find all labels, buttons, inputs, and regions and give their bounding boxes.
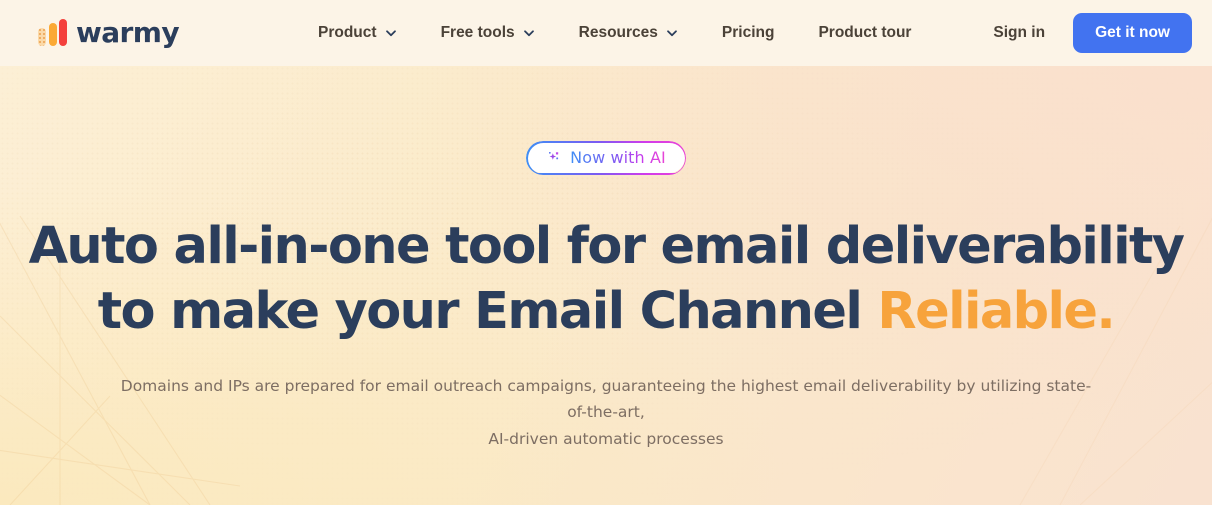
now-with-ai-badge[interactable]: Now with AI [527, 142, 685, 173]
chevron-down-icon [385, 27, 397, 39]
landing-page: warmy Product Free tools Resources Prici… [0, 0, 1212, 505]
subtitle-line-2: AI-driven automatic processes [488, 429, 724, 448]
nav-item-label: Free tools [440, 24, 515, 41]
nav-item-label: Resources [578, 24, 658, 41]
get-it-now-button[interactable]: Get it now [1073, 13, 1192, 53]
hero-section: Now with AI Auto all-in-one tool for ema… [0, 66, 1212, 505]
page-title: Auto all-in-one tool for email deliverab… [28, 215, 1185, 345]
chevron-down-icon [666, 27, 678, 39]
nav-item-resources[interactable]: Resources [557, 24, 700, 42]
sign-in-link[interactable]: Sign in [965, 24, 1073, 42]
header-actions: Sign in Get it now [965, 13, 1192, 53]
subtitle-line-1: Domains and IPs are prepared for email o… [120, 376, 1092, 422]
main-nav: Product Free tools Resources Pricing Pro… [296, 24, 933, 42]
nav-item-product-tour[interactable]: Product tour [796, 24, 933, 42]
sparkle-icon [546, 150, 561, 165]
nav-item-free-tools[interactable]: Free tools [419, 24, 557, 42]
site-header: warmy Product Free tools Resources Prici… [0, 0, 1212, 66]
nav-item-label: Pricing [721, 24, 775, 41]
nav-item-label: Product tour [818, 24, 912, 41]
chevron-down-icon [523, 27, 535, 39]
nav-item-label: Product [318, 24, 377, 41]
badge-label: Now with AI [570, 148, 666, 167]
hero-subtitle: Domains and IPs are prepared for email o… [116, 373, 1096, 453]
warmy-bars-logo-icon [38, 19, 67, 46]
hero-content: Now with AI Auto all-in-one tool for ema… [0, 66, 1212, 505]
headline-line-1: Auto all-in-one tool for email deliverab… [28, 217, 1185, 276]
nav-item-product[interactable]: Product [296, 24, 419, 42]
headline-accent: Reliable. [877, 281, 1115, 341]
nav-item-pricing[interactable]: Pricing [700, 24, 797, 42]
headline-line-2-prefix: to make your Email Channel [97, 281, 878, 341]
logo[interactable]: warmy [38, 16, 180, 49]
logo-wordmark: warmy [76, 16, 180, 49]
